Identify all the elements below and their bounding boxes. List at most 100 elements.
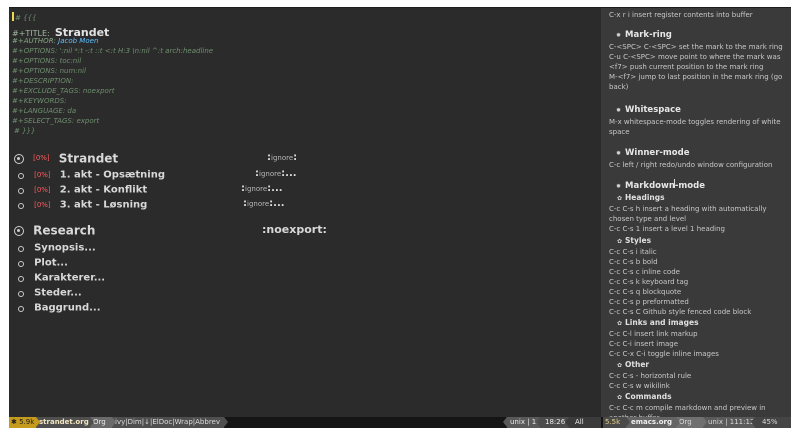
research-item[interactable]: Steder... — [18, 285, 82, 301]
subsection-heading[interactable]: ✿ Commands — [617, 392, 672, 401]
side-note: C-c C-s C Github style fenced code block — [609, 308, 752, 316]
noexport-tag[interactable]: :noexport: — [262, 223, 327, 236]
research-item-label: Karakterer... — [34, 272, 106, 284]
side-note: C-c C-s i italic — [609, 248, 657, 256]
subsection-heading[interactable]: ✿ Headings — [617, 193, 665, 202]
star-icon: ✹ — [616, 107, 622, 114]
buffer-position: All — [569, 417, 601, 428]
section-heading[interactable]: ✹ Whitespace — [616, 105, 681, 115]
research-item-label: Steder... — [34, 287, 82, 299]
option-line[interactable]: #+OPTIONS: num:nil — [12, 68, 86, 75]
option-line[interactable]: #+OPTIONS: ':nil *:t -:t ::t <:t H:3 \n:… — [12, 48, 213, 55]
mouse-text-cursor — [674, 179, 675, 188]
author-name[interactable]: Jacob Moen — [58, 37, 98, 45]
subsection-heading[interactable]: ✿ Styles — [617, 236, 651, 245]
end-fold-marker[interactable]: # }}} — [14, 128, 35, 135]
secondary-line-position: unix | 111:12 — [703, 417, 755, 428]
author-line[interactable]: #+AUTHOR: Jacob Moen — [12, 38, 98, 45]
star-icon: ✹ — [616, 150, 622, 157]
side-note: C-c C-x C-i toggle inline images — [609, 350, 719, 358]
heading-act-two[interactable]: [0%] 2. akt - Konflikt — [18, 182, 147, 198]
flower-icon: ✿ — [617, 362, 623, 369]
mode-line-separator-icon — [224, 417, 228, 427]
side-note: C-x r i insert register contents into bu… — [609, 11, 753, 19]
minor-modes[interactable]: ivy|Dim|↓|ElDoc|Wrap|Abbrev — [112, 417, 224, 428]
star-icon: ✹ — [616, 32, 622, 39]
option-line[interactable]: #+EXCLUDE_TAGS: noexport — [12, 88, 114, 95]
flower-icon: ✿ — [617, 394, 623, 401]
mode-line[interactable]: ✱ 5.9k strandet.org Org ivy|Dim|↓|ElDoc|… — [9, 417, 791, 428]
emacs-notes-buffer[interactable]: C-x r i insert register contents into bu… — [601, 8, 791, 417]
secondary-buffer-name[interactable]: emacs.org — [626, 417, 676, 428]
research-item-label: Baggrund... — [34, 302, 101, 314]
side-note: C-c C-s w wikilink — [609, 382, 670, 390]
percent-cookie: [0%] — [34, 201, 51, 209]
buffer-size: ✱ 5.9k — [9, 417, 36, 428]
flower-icon: ✿ — [617, 238, 623, 245]
research-item[interactable]: Plot... — [18, 255, 68, 271]
heading-tag[interactable]: :ignore: — [267, 152, 297, 163]
research-item-label: Synopsis... — [34, 242, 96, 254]
circle-bullet-icon — [14, 153, 24, 164]
heading-strandet[interactable]: [0%] Strandet — [14, 150, 118, 166]
side-note: C-c C-s c inline code — [609, 268, 680, 276]
mode-line-separator-icon — [676, 417, 680, 427]
option-line[interactable]: #+LANGUAGE: da — [12, 108, 76, 115]
small-circle-bullet-icon — [18, 305, 24, 312]
subsection-heading[interactable]: ✿ Links and images — [617, 318, 699, 327]
option-line[interactable]: #+SELECT_TAGS: export — [12, 118, 99, 125]
heading-act-three[interactable]: [0%] 3. akt - Løsning — [18, 197, 147, 213]
heading-label: Strandet — [58, 151, 119, 166]
mode-line-separator-icon — [703, 417, 707, 427]
option-line[interactable]: #+KEYWORDS: — [12, 98, 67, 105]
side-note: <f7> push current position to the mark r… — [609, 63, 764, 71]
side-note: C-c C-s k keyboard tag — [609, 278, 689, 286]
section-heading[interactable]: ✹ Markdown-mode — [616, 181, 705, 191]
mode-line-separator-icon — [112, 417, 116, 427]
heading-act-one[interactable]: [0%] 1. akt - Opsætning — [18, 167, 165, 183]
mode-line-separator-icon — [90, 417, 94, 427]
small-circle-bullet-icon — [18, 202, 24, 209]
heading-tag[interactable]: :ignore:... — [241, 183, 283, 194]
mode-line-separator-icon — [626, 417, 630, 427]
side-note: C-c left / right redo/undo window config… — [609, 161, 773, 169]
subsection-heading[interactable]: ✿ Other — [617, 360, 649, 369]
begin-fold-marker[interactable]: # {{{ — [12, 12, 36, 22]
research-item[interactable]: Baggrund... — [18, 300, 101, 316]
side-note: C-c C-s h insert a heading with automati… — [609, 205, 767, 223]
mode-line-separator-icon — [36, 417, 40, 427]
side-note: C-c C-s - horizontal rule — [609, 372, 692, 380]
flower-icon: ✿ — [617, 320, 623, 327]
small-circle-bullet-icon — [18, 187, 24, 194]
small-circle-bullet-icon — [18, 172, 24, 179]
section-heading[interactable]: ✹ Winner-mode — [616, 148, 689, 158]
side-note: C-c C-l insert link markup — [609, 330, 698, 338]
mode-line-spacer — [224, 417, 507, 428]
heading-research[interactable]: Research — [14, 222, 95, 238]
percent-cookie: [0%] — [34, 171, 51, 179]
buffer-name[interactable]: strandet.org — [36, 417, 90, 428]
heading-label: 3. akt - Løsning — [59, 199, 148, 211]
side-note: M-<f7> jump to last position in the mark… — [609, 73, 783, 91]
percent-cookie: [0%] — [34, 186, 51, 194]
option-line[interactable]: #+DESCRIPTION: — [12, 78, 73, 85]
section-heading[interactable]: ✹ Mark-ring — [616, 30, 672, 40]
heading-label: 2. akt - Konflikt — [59, 184, 148, 196]
side-note: C-c C-s q blockquote — [609, 288, 682, 296]
option-line[interactable]: #+OPTIONS: toc:nil — [12, 58, 81, 65]
star-icon: ✹ — [616, 183, 622, 190]
main-buffer[interactable]: # {{{ #+TITLE: Strandet #+AUTHOR: Jacob … — [9, 8, 601, 417]
heading-label: Research — [33, 223, 96, 238]
author-keyword: #+AUTHOR: — [12, 37, 56, 45]
heading-tag[interactable]: :ignore:... — [255, 168, 297, 179]
side-note: M-x whitespace-mode toggles rendering of… — [609, 118, 781, 136]
emacs-frame: # {{{ #+TITLE: Strandet #+AUTHOR: Jacob … — [9, 7, 791, 428]
small-circle-bullet-icon — [18, 260, 24, 267]
side-note: C-<SPC> C-<SPC> set the mark to the mark… — [609, 43, 783, 51]
heading-label: 1. akt - Opsætning — [59, 169, 165, 181]
side-note: C-u C-<SPC> move point to where the mark… — [609, 53, 781, 61]
heading-tag[interactable]: :ignore:... — [243, 198, 285, 209]
research-item-label: Plot... — [34, 257, 68, 269]
secondary-major-mode[interactable]: Org — [676, 417, 703, 428]
mode-line-separator-icon — [503, 417, 507, 427]
